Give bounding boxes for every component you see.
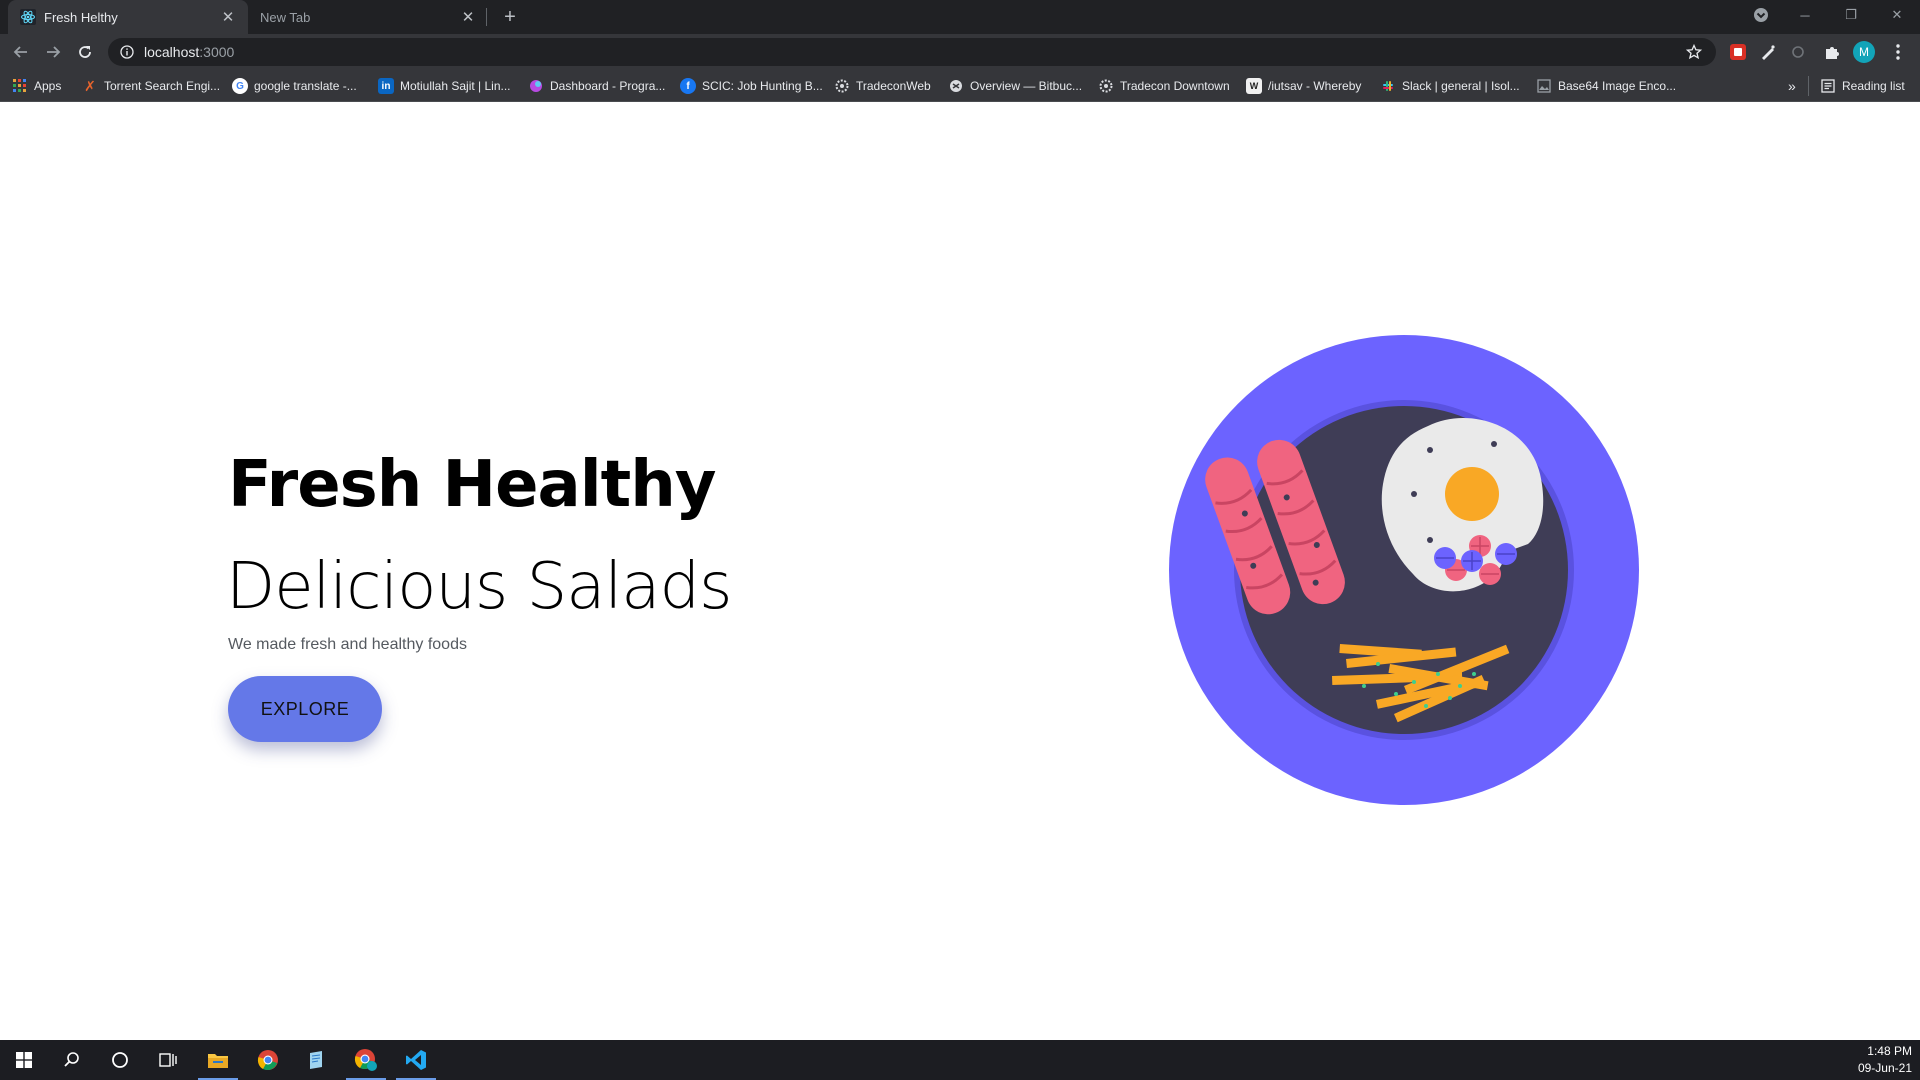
cortana-icon[interactable]: [96, 1040, 144, 1080]
bookmark-tradeconweb[interactable]: TradeconWeb: [834, 76, 931, 96]
back-icon[interactable]: [8, 39, 34, 65]
url-host: localhost: [144, 44, 200, 60]
bookmark-label: Torrent Search Engi...: [104, 79, 221, 93]
react-icon: [20, 9, 36, 25]
system-clock[interactable]: 1:48 PM 09-Jun-21: [1858, 1043, 1912, 1077]
minimize-button[interactable]: ─: [1782, 0, 1828, 30]
close-tab-icon[interactable]: ✕: [218, 7, 238, 27]
bookmark-label: Dashboard - Progra...: [550, 79, 666, 93]
restore-button[interactable]: ❐: [1828, 0, 1874, 30]
bookmark-star-icon[interactable]: [1685, 43, 1703, 60]
hero-subtitle: Delicious Salads: [226, 550, 732, 624]
tab-title: New Tab: [260, 9, 311, 25]
bookmark-slack[interactable]: Slack | general | Isol...: [1380, 76, 1520, 96]
tab-search-icon[interactable]: [1738, 0, 1784, 30]
taskbar: 1:48 PM 09-Jun-21: [0, 1040, 1920, 1080]
bookmark-bitbucket[interactable]: Overview — Bitbuc...: [948, 76, 1082, 96]
clock-date: 09-Jun-21: [1857, 1061, 1912, 1075]
close-window-button[interactable]: ✕: [1874, 0, 1920, 30]
bookmark-base64[interactable]: Base64 Image Enco...: [1536, 76, 1676, 96]
bitbucket-icon: [948, 78, 964, 94]
reading-list-button[interactable]: Reading list: [1820, 76, 1905, 96]
url-port: :3000: [199, 44, 235, 60]
tradecon-icon: [1098, 78, 1114, 94]
bookmark-label: Tradecon Downtown: [1120, 79, 1230, 93]
apps-grid-icon: [12, 78, 28, 94]
extension-red-icon[interactable]: [1726, 40, 1750, 64]
hero-description: We made fresh and healthy foods: [228, 636, 467, 653]
tab-divider: [486, 8, 487, 26]
bookmark-label: Apps: [34, 79, 62, 93]
bookmarks-bar: Apps ✗ Torrent Search Engi... G google t…: [0, 70, 1920, 102]
bookmark-label: google translate -...: [254, 79, 357, 93]
menu-kebab-icon[interactable]: [1886, 40, 1910, 64]
bookmarks-divider: [1808, 76, 1809, 96]
profile-avatar[interactable]: M: [1852, 40, 1876, 64]
search-icon[interactable]: [48, 1040, 96, 1080]
hero-title: Fresh Healthy: [228, 448, 716, 522]
address-bar[interactable]: localhost:3000: [108, 38, 1716, 66]
windows-start-icon[interactable]: [0, 1040, 48, 1080]
bookmark-google-translate[interactable]: G google translate -...: [232, 76, 357, 96]
tab-new-tab[interactable]: New Tab ✕: [248, 0, 488, 34]
reading-list-icon: [1820, 78, 1836, 94]
chrome-profile-icon[interactable]: [342, 1040, 390, 1080]
tab-fresh-healthy[interactable]: Fresh Helthy ✕: [8, 0, 248, 34]
tab-title: Fresh Helthy: [44, 9, 118, 25]
slack-icon: [1380, 78, 1396, 94]
bookmark-apps[interactable]: Apps: [12, 76, 61, 96]
tradecon-icon: [834, 78, 850, 94]
forward-icon[interactable]: [40, 39, 66, 65]
clock-time: 1:48 PM: [1867, 1044, 1912, 1058]
whereby-icon: W: [1246, 78, 1262, 94]
breakfast-plate-illustration: [1169, 335, 1639, 805]
bookmark-label: SCIC: Job Hunting B...: [702, 79, 823, 93]
file-explorer-icon[interactable]: [194, 1040, 242, 1080]
extensions-puzzle-icon[interactable]: [1820, 40, 1844, 64]
vscode-icon[interactable]: [392, 1040, 440, 1080]
bookmark-tradecon-downtown[interactable]: Tradecon Downtown: [1098, 76, 1230, 96]
explore-button[interactable]: EXPLORE: [228, 676, 382, 742]
dashboard-icon: [528, 78, 544, 94]
avatar: M: [1853, 41, 1875, 63]
bookmark-linkedin[interactable]: in Motiullah Sajit | Lin...: [378, 76, 511, 96]
egg-yolk: [1445, 467, 1499, 521]
new-tab-button[interactable]: +: [498, 5, 522, 29]
site-info-icon[interactable]: [120, 45, 134, 59]
bookmark-label: Base64 Image Enco...: [1558, 79, 1677, 93]
reading-list-label: Reading list: [1842, 79, 1905, 93]
linkedin-icon: in: [378, 78, 394, 94]
notepad-icon[interactable]: [292, 1040, 340, 1080]
google-icon: G: [232, 78, 248, 94]
bookmark-scic[interactable]: f SCIC: Job Hunting B...: [680, 76, 823, 96]
bookmark-torrent[interactable]: ✗ Torrent Search Engi...: [82, 76, 220, 96]
bookmark-whereby[interactable]: W /iutsav - Whereby: [1246, 76, 1361, 96]
torrent-x-icon: ✗: [84, 77, 96, 94]
image-icon: [1536, 78, 1552, 94]
browser-toolbar: localhost:3000 M: [0, 34, 1920, 70]
task-view-icon[interactable]: [144, 1040, 192, 1080]
bookmark-label: Motiullah Sajit | Lin...: [400, 79, 511, 93]
facebook-icon: f: [680, 78, 696, 94]
bookmark-label: Slack | general | Isol...: [1402, 79, 1520, 93]
reload-icon[interactable]: [72, 39, 98, 65]
extension-sync-icon[interactable]: [1786, 40, 1810, 64]
more-bookmarks-button[interactable]: »: [1788, 76, 1796, 96]
page-content: Fresh Healthy Delicious Salads We made f…: [0, 102, 1920, 1040]
bookmark-label: /iutsav - Whereby: [1268, 79, 1362, 93]
close-tab-icon[interactable]: ✕: [458, 7, 478, 27]
chrome-icon[interactable]: [244, 1040, 292, 1080]
extension-pen-icon[interactable]: [1756, 40, 1780, 64]
tab-strip: Fresh Helthy ✕ New Tab ✕ + ─ ❐ ✕: [0, 0, 1920, 34]
bookmark-label: Overview — Bitbuc...: [970, 79, 1083, 93]
bookmark-dashboard[interactable]: Dashboard - Progra...: [528, 76, 665, 96]
bookmark-label: TradeconWeb: [856, 79, 931, 93]
